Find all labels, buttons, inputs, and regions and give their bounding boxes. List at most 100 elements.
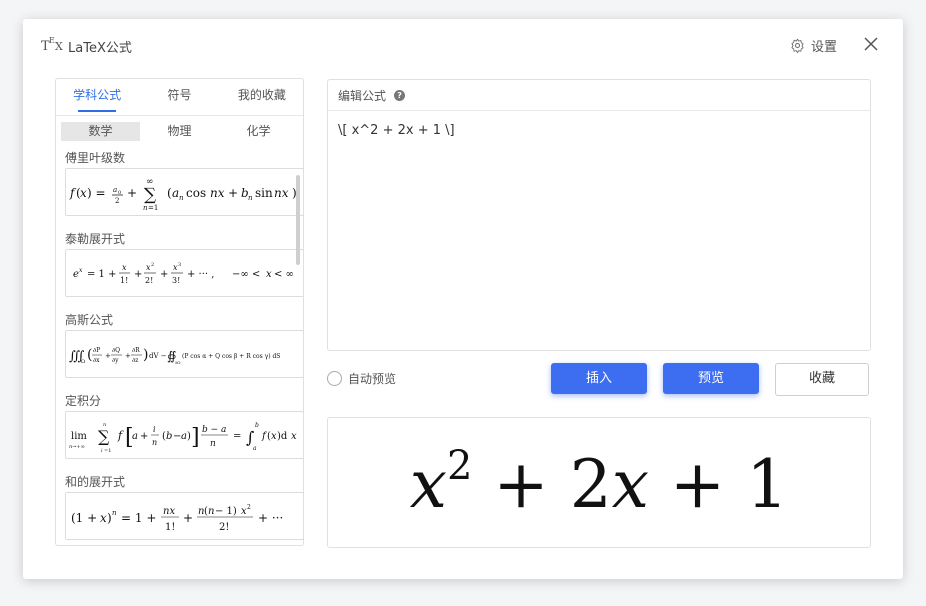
svg-text:2: 2 xyxy=(115,197,119,205)
svg-text:=1: =1 xyxy=(104,448,111,454)
list-item: 高斯公式 ∭ Ω ( ∂P ∂x + ∂Q ∂y + ∂R ∂z) dV − … xyxy=(56,311,303,392)
category-tabs: 学科公式 符号 我的收藏 xyxy=(56,79,303,116)
editor-header: 编辑公式 ? xyxy=(328,80,870,111)
svg-text:lim: lim xyxy=(71,431,87,442)
preview-rendered: x2 + 2x + 1 xyxy=(409,442,789,523)
svg-text:): ) xyxy=(143,347,148,363)
svg-text:(: ( xyxy=(167,186,172,200)
svg-text:i: i xyxy=(101,448,103,454)
svg-text:=1: =1 xyxy=(148,204,158,212)
svg-text:x: x xyxy=(80,186,87,200)
gear-icon xyxy=(791,38,804,53)
svg-text:< ∞: < ∞ xyxy=(274,269,294,280)
subtab-math[interactable]: 数学 xyxy=(61,122,140,141)
formula-card-taylor[interactable]: e x = 1 + x 1! + x 2 2! + x 3 3! + ··· ,… xyxy=(65,249,303,297)
auto-preview-label: 自动预览 xyxy=(348,372,397,386)
svg-text:∂z: ∂z xyxy=(132,357,138,364)
svg-text:∑: ∑ xyxy=(144,185,156,205)
formula-card-fourier[interactable]: f ( x ) = a 0 2 + ∞ ∑ n =1 (a n cos nx … xyxy=(65,168,303,216)
svg-text:nx: nx xyxy=(163,506,175,517)
settings-label: 设置 xyxy=(810,40,837,55)
svg-text:∂x: ∂x xyxy=(93,357,100,364)
svg-text:+: + xyxy=(228,186,238,200)
list-item: 和的展开式 (1 + x ) n = 1 + nx 1! + n (n − 1… xyxy=(56,473,303,545)
svg-text:sin: sin xyxy=(255,186,273,200)
formula-title: 和的展开式 xyxy=(65,475,126,489)
formula-list[interactable]: 傅里叶级数 f ( x ) = a 0 2 + ∞ ∑ n =1 (a n c… xyxy=(56,149,303,545)
svg-text:n: n xyxy=(210,439,216,449)
svg-text:): ) xyxy=(107,511,112,525)
tab-symbols[interactable]: 符号 xyxy=(138,79,220,115)
subtab-physics[interactable]: 物理 xyxy=(140,122,219,141)
insert-button[interactable]: 插入 xyxy=(551,363,647,394)
formula-preview: x2 + 2x + 1 xyxy=(327,417,871,548)
svg-text:n: n xyxy=(152,438,157,447)
svg-text:a: a xyxy=(253,445,257,452)
help-icon[interactable]: ? xyxy=(394,89,406,101)
svg-text:Ω: Ω xyxy=(81,359,85,365)
svg-text:1!: 1! xyxy=(165,522,175,533)
svg-text:1!: 1! xyxy=(120,276,128,285)
formula-input[interactable]: \[ x^2 + 2x + 1 \] xyxy=(328,111,870,150)
auto-preview-toggle[interactable]: 自动预览 xyxy=(327,370,396,387)
svg-text:∂Ω: ∂Ω xyxy=(175,360,181,365)
svg-text:∂y: ∂y xyxy=(112,357,119,364)
svg-text:x: x xyxy=(266,269,272,280)
svg-text:3!: 3! xyxy=(172,276,180,285)
svg-text:X: X xyxy=(55,40,63,53)
svg-text:+: + xyxy=(140,431,148,442)
tab-my-favorites[interactable]: 我的收藏 xyxy=(221,79,303,115)
formula-card-binomial[interactable]: (1 + x ) n = 1 + nx 1! + n ( n − 1) x 2 … xyxy=(65,492,303,540)
svg-text:∂R: ∂R xyxy=(132,347,140,354)
list-item: 泰勒展开式 e x = 1 + x 1! + x 2 2! + x 3 3! +… xyxy=(56,230,303,311)
svg-text:∂P: ∂P xyxy=(93,347,100,354)
formula-card-definite-integral[interactable]: lim n→+∞ n ∑ i =1 f [ a + i n (b − a) … xyxy=(65,411,303,459)
formula-list-scrollbar[interactable] xyxy=(296,175,300,265)
svg-text:−∞ <: −∞ < xyxy=(232,269,260,280)
svg-text:n: n xyxy=(208,506,214,517)
svg-text:i: i xyxy=(153,425,156,434)
svg-text:)d: )d xyxy=(277,431,288,442)
svg-text:+ ··· ,: + ··· , xyxy=(187,269,214,280)
svg-text:a: a xyxy=(113,186,117,194)
svg-text:x: x xyxy=(79,267,83,274)
svg-text:x: x xyxy=(291,431,297,442)
formula-title: 傅里叶级数 xyxy=(65,151,126,165)
settings-button[interactable]: 设置 xyxy=(790,36,837,55)
formula-editor-panel: 编辑公式 ? \[ x^2 + 2x + 1 \] xyxy=(327,79,871,351)
svg-text:+: + xyxy=(160,269,168,280)
svg-text:∑: ∑ xyxy=(98,427,110,446)
svg-text:n→+∞: n→+∞ xyxy=(69,444,85,450)
svg-text:nx: nx xyxy=(274,186,289,200)
latex-logo-icon: T E X xyxy=(41,36,63,54)
auto-preview-radio[interactable] xyxy=(327,371,342,386)
formula-card-gauss[interactable]: ∭ Ω ( ∂P ∂x + ∂Q ∂y + ∂R ∂z) dV − ∯ ∂Ω … xyxy=(65,330,303,378)
preview-button[interactable]: 预览 xyxy=(663,363,759,394)
favorite-button[interactable]: 收藏 xyxy=(775,363,869,396)
taylor-formula: e x = 1 + x 1! + x 2 2! + x 3 3! + ··· ,… xyxy=(73,262,294,285)
svg-text:dV −: dV − xyxy=(149,352,167,360)
svg-text:(: ( xyxy=(87,347,92,363)
svg-text:2!: 2! xyxy=(145,276,153,285)
svg-text:+: + xyxy=(134,269,142,280)
fourier-formula: f ( x ) = a 0 2 + ∞ ∑ n =1 (a n cos nx … xyxy=(69,177,297,212)
tab-subject-formulas[interactable]: 学科公式 xyxy=(56,79,138,115)
subtab-chemistry[interactable]: 化学 xyxy=(219,122,298,141)
svg-text:+ ···: + ··· xyxy=(258,511,283,525)
svg-text:x: x xyxy=(100,511,107,525)
binomial-formula: (1 + x ) n = 1 + nx 1! + n ( n − 1) x 2 … xyxy=(71,504,283,533)
svg-text:(P cos α + Q cos β + R cos γ): (P cos α + Q cos β + R cos γ) dS xyxy=(182,353,280,360)
svg-text:n: n xyxy=(179,194,184,202)
svg-text:= 1 +: = 1 + xyxy=(87,269,116,280)
title-bar: T E X LaTeX公式 设置 xyxy=(23,19,903,71)
svg-text:− 1): − 1) xyxy=(215,506,237,517)
svg-text:+: + xyxy=(125,352,131,360)
svg-text:n: n xyxy=(112,509,117,517)
formula-title: 定积分 xyxy=(65,394,102,408)
close-icon[interactable] xyxy=(863,36,879,52)
formula-title: 高斯公式 xyxy=(65,313,114,327)
latex-dialog: T E X LaTeX公式 设置 学科公式 符号 我的收藏 数学 物理 化学 傅… xyxy=(23,19,903,579)
svg-text:a: a xyxy=(132,431,138,442)
svg-text:b: b xyxy=(255,422,259,429)
svg-text:2: 2 xyxy=(247,504,251,511)
